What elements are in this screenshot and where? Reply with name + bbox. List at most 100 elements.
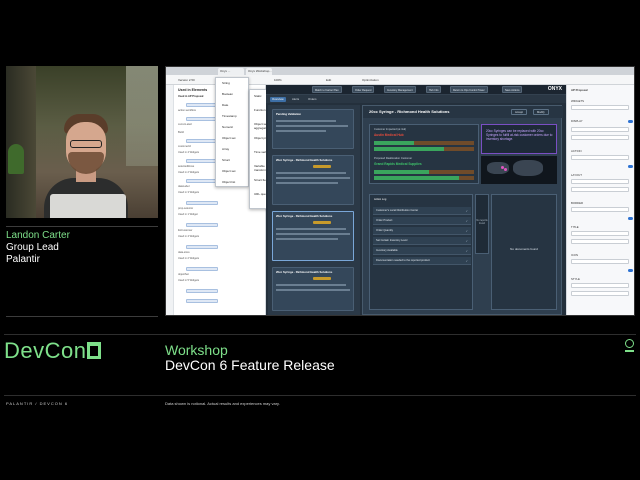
tab-alerts[interactable]: Alerts [290,97,301,102]
nav-pill[interactable]: Return to Ops Control Tower [450,86,488,93]
location-marker-icon[interactable] [504,168,507,171]
variable-chip[interactable] [186,245,218,249]
action-row[interactable]: Inventory Available ✓ [373,247,471,255]
config-field[interactable] [571,259,629,264]
config-toggle[interactable] [628,269,633,272]
browser-tab[interactable]: Onyx ... [218,68,244,75]
footer-brand: PALANTIR / DEVCON 6 [6,401,69,406]
nav-pill[interactable]: Hub Info [426,86,442,93]
menu-item[interactable]: Date [222,103,228,107]
menu-item[interactable]: Numeric [222,125,233,129]
proposal-card[interactable]: 20cc Syringe - Richmond Health Solutions [272,211,354,261]
nav-pill[interactable]: Match to Carrier Plan [312,86,342,93]
action-row[interactable]: Set Certain Inventory Level ✓ [373,237,471,245]
variable-item[interactable]: customerId [178,145,191,150]
ring-base-icon [625,350,634,352]
menu-item[interactable]: Timestamp [222,114,237,118]
config-field[interactable] [571,135,629,140]
variable-chip[interactable] [186,267,218,271]
inventory-bar-fill [374,141,414,145]
variable-item[interactable]: objectSet [178,273,189,278]
variable-chip[interactable] [186,117,218,121]
variable-chip[interactable] [186,223,218,227]
app-tab-bar: Overview Alerts Orders [266,95,566,103]
config-toggle[interactable] [628,120,633,123]
config-field[interactable] [571,283,629,288]
speaker-glasses [70,140,102,148]
status-badge [313,277,331,280]
modify-button[interactable]: Modify [533,108,549,115]
version-label[interactable]: Version 2.50 [178,78,195,82]
menu-item[interactable]: String [222,81,230,85]
menu-item[interactable]: Object set [222,169,236,173]
proposal-card-title: 20cc Syringe - Richmond Health Solutions [276,158,333,162]
variable-chip[interactable] [186,139,218,143]
config-toggle[interactable] [628,217,633,220]
config-field[interactable] [571,179,629,184]
menu-item[interactable]: Object list [222,180,235,184]
variable-chip[interactable] [186,159,218,163]
menu-item[interactable]: Boolean [222,92,233,96]
config-field[interactable] [571,127,629,132]
optimization-button[interactable]: Optimization [362,78,379,82]
submenu-item[interactable]: Static [254,94,262,98]
browser-tab-bar: Onyx ... Onyx Workshop... [166,67,634,75]
nav-pill[interactable]: Inventory Management [384,86,416,93]
browser-tab[interactable]: Onyx Workshop... [246,68,272,75]
variable-item[interactable]: Build [178,131,184,136]
action-label: Order Quantity [376,229,394,232]
variable-chip[interactable] [186,201,218,205]
menu-item[interactable]: Object set [222,136,236,140]
proposal-title: 20cc Syringe - Richmond Health Solutions [369,109,450,114]
edit-button[interactable]: Edit [326,78,331,82]
variable-item[interactable]: listCustomer [178,229,192,234]
proposal-card[interactable]: Pending Validation [272,109,354,149]
variable-item[interactable]: current-alert [178,123,192,128]
action-row[interactable]: Order Product ✓ [373,217,471,225]
variable-item[interactable]: prop-selector [178,207,193,212]
variable-item[interactable]: dateLabel [178,185,189,190]
submenu-item[interactable]: Function [254,108,266,112]
accept-button[interactable]: Accept [511,108,527,115]
config-toggle[interactable] [628,165,633,168]
tab-overview[interactable]: Overview [270,96,286,102]
world-map[interactable] [481,156,557,184]
variable-item[interactable]: selectedRows [178,165,194,170]
config-field[interactable] [571,291,629,296]
variable-usage: Used in 4 Widgets [178,235,200,238]
action-row[interactable]: Documentation needed to the reported pro… [373,257,471,265]
config-field[interactable] [571,187,629,192]
check-icon: ✓ [465,229,468,233]
variable-chip[interactable] [186,179,218,183]
config-field[interactable] [571,207,629,212]
nav-pill[interactable]: Save Actions [502,86,523,93]
tab-orders[interactable]: Orders [306,97,319,102]
proposal-card-title: 20cc Syringe - Richmond Health Solutions [276,270,333,274]
background-plant [8,144,24,174]
config-field[interactable] [571,105,629,110]
proposal-card[interactable]: 20cc Syringe - Richmond Health Solutions [272,155,354,205]
check-icon: ✓ [465,249,468,253]
speaker-divider-top [6,226,158,227]
variable-item[interactable]: data-store [178,251,190,256]
config-field[interactable] [571,231,629,236]
variable-usage: Used in 2 Widgets [178,257,200,260]
menu-item[interactable]: Struct [222,158,230,162]
variable-item[interactable]: action-workflow [178,109,196,114]
variable-chip[interactable] [186,299,218,303]
action-row[interactable]: Order Quantity ✓ [373,227,471,235]
proposal-card[interactable]: 20cc Syringe - Richmond Health Solutions [272,267,354,311]
speaker-company: Palantir [6,254,40,265]
background-window [126,66,158,166]
config-field[interactable] [571,239,629,244]
config-section: ICON [571,253,578,257]
action-row[interactable]: Customer's Local Distribution Center ✓ [373,207,471,215]
variable-chip[interactable] [186,103,218,107]
text-line [276,182,338,184]
menu-item[interactable]: Array [222,147,229,151]
zoom-label[interactable]: 100% [274,78,282,82]
nav-pill[interactable]: Order Request [352,86,375,93]
variable-chip[interactable] [186,289,218,293]
config-field[interactable] [571,155,629,160]
session-title: DevCon 6 Feature Release [165,357,335,373]
